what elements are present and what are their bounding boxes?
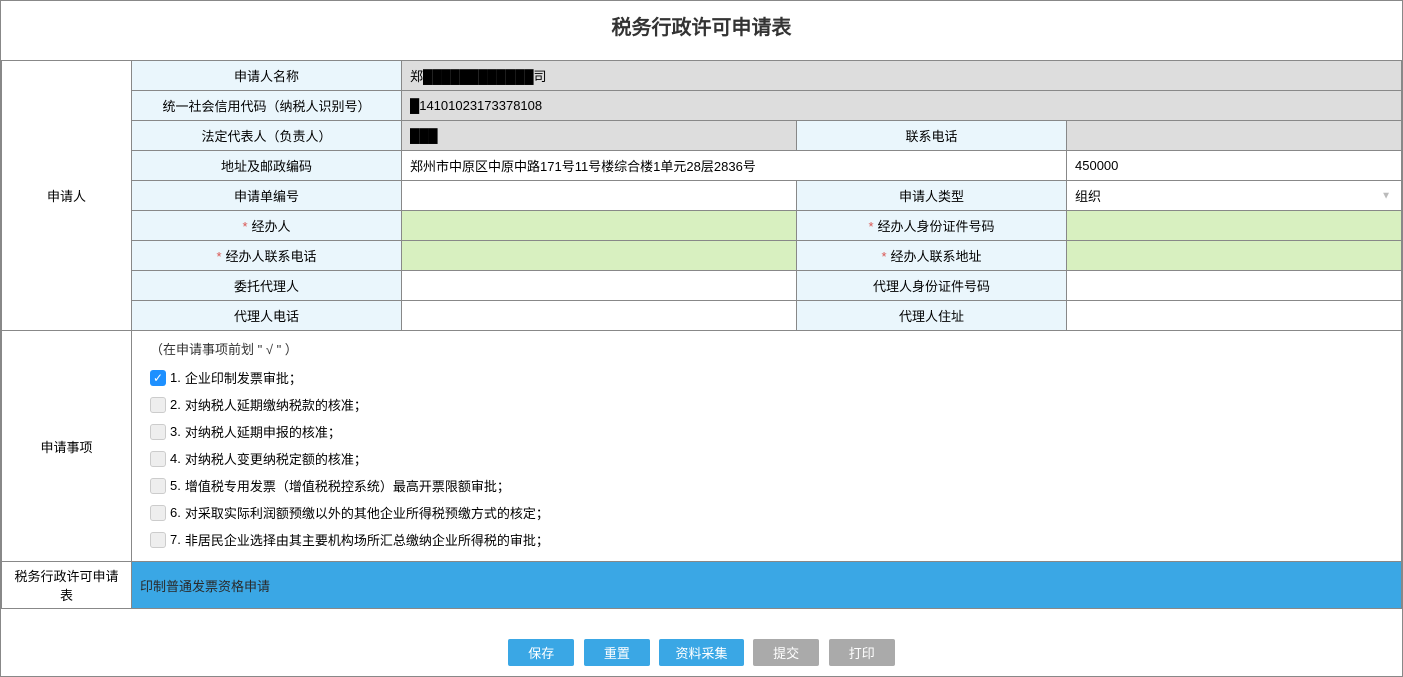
section-applicant: 申请人 [2,61,132,331]
input-handler[interactable] [402,211,797,241]
label-handler: *经办人 [132,211,402,241]
checklist-item-label: 对纳税人延期缴纳税款的核准； [185,395,367,414]
checkbox[interactable] [150,424,166,440]
checklist-item: 7. 非居民企业选择由其主要机构场所汇总缴纳企业所得税的审批； [150,530,1383,549]
checklist-item-label: 增值税专用发票（增值税税控系统）最高开票限额审批； [185,476,510,495]
checklist-item: 1. 企业印制发票审批； [150,368,1383,387]
label-agent: 委托代理人 [132,271,402,301]
value-address[interactable]: 郑州市中原区中原中路171号11号楼综合楼1单元28层2836号 [402,151,1067,181]
form-container: 税务行政许可申请表 申请人 申请人名称 郑████████████司 统一社会信… [0,0,1403,677]
checkbox[interactable] [150,397,166,413]
checklist-item-num: 1. [170,370,181,385]
label-handler-id: *经办人身份证件号码 [797,211,1067,241]
input-agent-addr[interactable] [1067,301,1402,331]
checklist-hint: （在申请事项前划 " √ " ） [150,339,1383,358]
checklist-item-label: 对纳税人变更纳税定额的核准； [185,449,367,468]
applicant-table: 申请人 申请人名称 郑████████████司 统一社会信用代码（纳税人识别号… [1,60,1402,609]
checkbox[interactable] [150,532,166,548]
value-applicant-type: 组织 [1075,189,1101,204]
label-applicant-name: 申请人名称 [132,61,402,91]
checklist-item-label: 非居民企业选择由其主要机构场所汇总缴纳企业所得税的审批； [185,530,549,549]
checkbox[interactable] [150,451,166,467]
value-social-credit: █14101023173378108 [402,91,1402,121]
data-collect-button[interactable]: 资料采集 [659,639,743,666]
label-contact-phone: 联系电话 [797,121,1067,151]
label-app-num: 申请单编号 [132,181,402,211]
footer-toolbar: 保存 重置 资料采集 提交 打印 [1,609,1402,676]
input-handler-phone[interactable] [402,241,797,271]
page-title: 税务行政许可申请表 [1,1,1402,60]
input-handler-addr[interactable] [1067,241,1402,271]
value-postal[interactable]: 450000 [1067,151,1402,181]
value-app-num[interactable] [402,181,797,211]
label-legal-rep: 法定代表人（负责人） [132,121,402,151]
input-agent-id[interactable] [1067,271,1402,301]
label-handler-phone: *经办人联系电话 [132,241,402,271]
checkbox[interactable] [150,370,166,386]
select-applicant-type[interactable]: 组织 ▼ [1067,181,1402,211]
checklist-item-label: 对采取实际利润额预缴以外的其他企业所得税预缴方式的核定； [185,503,549,522]
reset-button[interactable]: 重置 [584,639,650,666]
checklist-item: 3. 对纳税人延期申报的核准； [150,422,1383,441]
checklist-item: 4. 对纳税人变更纳税定额的核准； [150,449,1383,468]
label-handler-addr: *经办人联系地址 [797,241,1067,271]
checklist-item: 6. 对采取实际利润额预缴以外的其他企业所得税预缴方式的核定； [150,503,1383,522]
label-address: 地址及邮政编码 [132,151,402,181]
checklist-item-num: 3. [170,424,181,439]
print-button: 打印 [829,639,895,666]
input-agent[interactable] [402,271,797,301]
label-social-credit: 统一社会信用代码（纳税人识别号） [132,91,402,121]
label-agent-id: 代理人身份证件号码 [797,271,1067,301]
chevron-down-icon: ▼ [1381,190,1391,201]
section-matters: 申请事项 [2,331,132,562]
checklist-item-label: 企业印制发票审批； [185,368,302,387]
checklist-item-num: 6. [170,505,181,520]
checkbox[interactable] [150,478,166,494]
checkbox[interactable] [150,505,166,521]
submit-button: 提交 [753,639,819,666]
label-agent-addr: 代理人住址 [797,301,1067,331]
checklist-item-num: 7. [170,532,181,547]
value-applicant-name: 郑████████████司 [402,61,1402,91]
label-agent-phone: 代理人电话 [132,301,402,331]
input-agent-phone[interactable] [402,301,797,331]
checklist-item: 2. 对纳税人延期缴纳税款的核准； [150,395,1383,414]
value-legal-rep: ███ [402,121,797,151]
checklist-container: （在申请事项前划 " √ " ） 1. 企业印制发票审批； 2. 对纳税人延期缴纳税款… [132,331,1402,562]
checklist-item-num: 5. [170,478,181,493]
value-contact-phone[interactable] [1067,121,1402,151]
checklist-item-label: 对纳税人延期申报的核准； [185,422,341,441]
tab-active[interactable]: 印制普通发票资格申请 [132,562,1402,609]
input-handler-id[interactable] [1067,211,1402,241]
checklist-item-num: 2. [170,397,181,412]
checklist-item-num: 4. [170,451,181,466]
save-button[interactable]: 保存 [508,639,574,666]
label-applicant-type: 申请人类型 [797,181,1067,211]
checklist-item: 5. 增值税专用发票（增值税税控系统）最高开票限额审批； [150,476,1383,495]
tab-section-title: 税务行政许可申请表 [2,562,132,609]
